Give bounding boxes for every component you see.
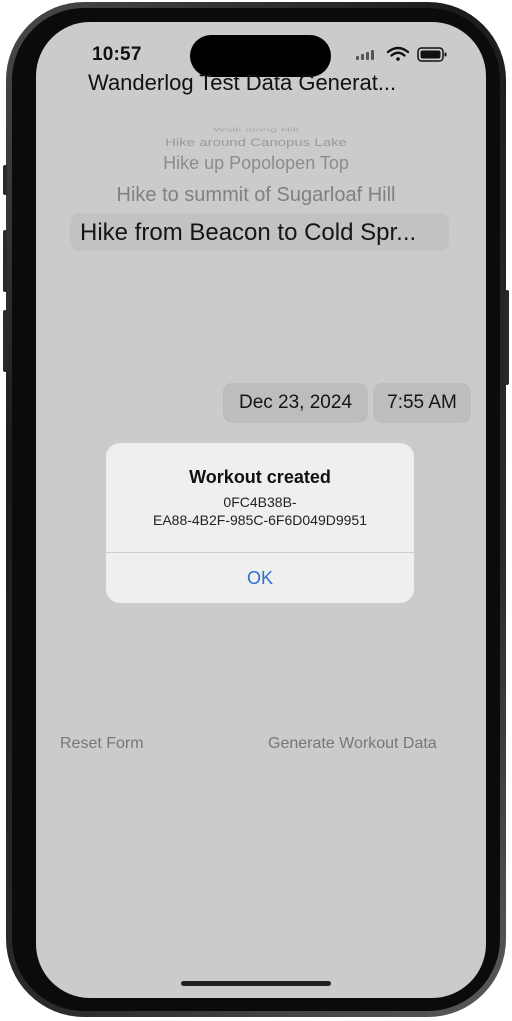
- ok-button[interactable]: OK: [106, 553, 414, 603]
- status-time: 10:57: [92, 44, 142, 65]
- time-picker-button[interactable]: 7:55 AM: [373, 383, 471, 423]
- alert-dialog: Workout created 0FC4B38B- EA88-4B2F-985C…: [106, 443, 414, 603]
- iphone-device: 10:57 Wanderlog Test Data Generat... Wal…: [0, 0, 512, 1021]
- power-button: [505, 290, 509, 385]
- picker-option[interactable]: Hike up Popolopen Top: [0, 153, 512, 174]
- alert-title: Workout created: [189, 467, 331, 487]
- cellular-icon: [356, 50, 374, 60]
- picker-option[interactable]: Hike around Canopus Lake: [0, 136, 512, 149]
- alert-message-text: 0FC4B38B- EA88-4B2F-985C-6F6D049D9951: [152, 494, 367, 528]
- picker-option[interactable]: Walk along Hill: [0, 126, 512, 133]
- date-picker-button[interactable]: Dec 23, 2024: [223, 383, 368, 423]
- battery-icon: [417, 47, 447, 62]
- nav-title: Wanderlog Test Data Generat...: [88, 70, 397, 95]
- generate-workout-button[interactable]: Generate Workout Data: [268, 735, 437, 753]
- volume-down-button: [3, 310, 7, 372]
- wifi-icon: [386, 46, 410, 61]
- home-indicator[interactable]: [181, 981, 331, 986]
- alert-message: 0FC4B38B- EA88-4B2F-985C-6F6D049D9951: [130, 493, 390, 529]
- volume-up-button: [3, 230, 7, 292]
- picker-selected-option[interactable]: Hike from Beacon to Cold Spr...: [80, 219, 416, 247]
- picker-option[interactable]: Hike to summit of Sugarloaf Hill: [0, 184, 512, 207]
- reset-form-button[interactable]: Reset Form: [60, 735, 144, 753]
- status-icons: [356, 46, 447, 62]
